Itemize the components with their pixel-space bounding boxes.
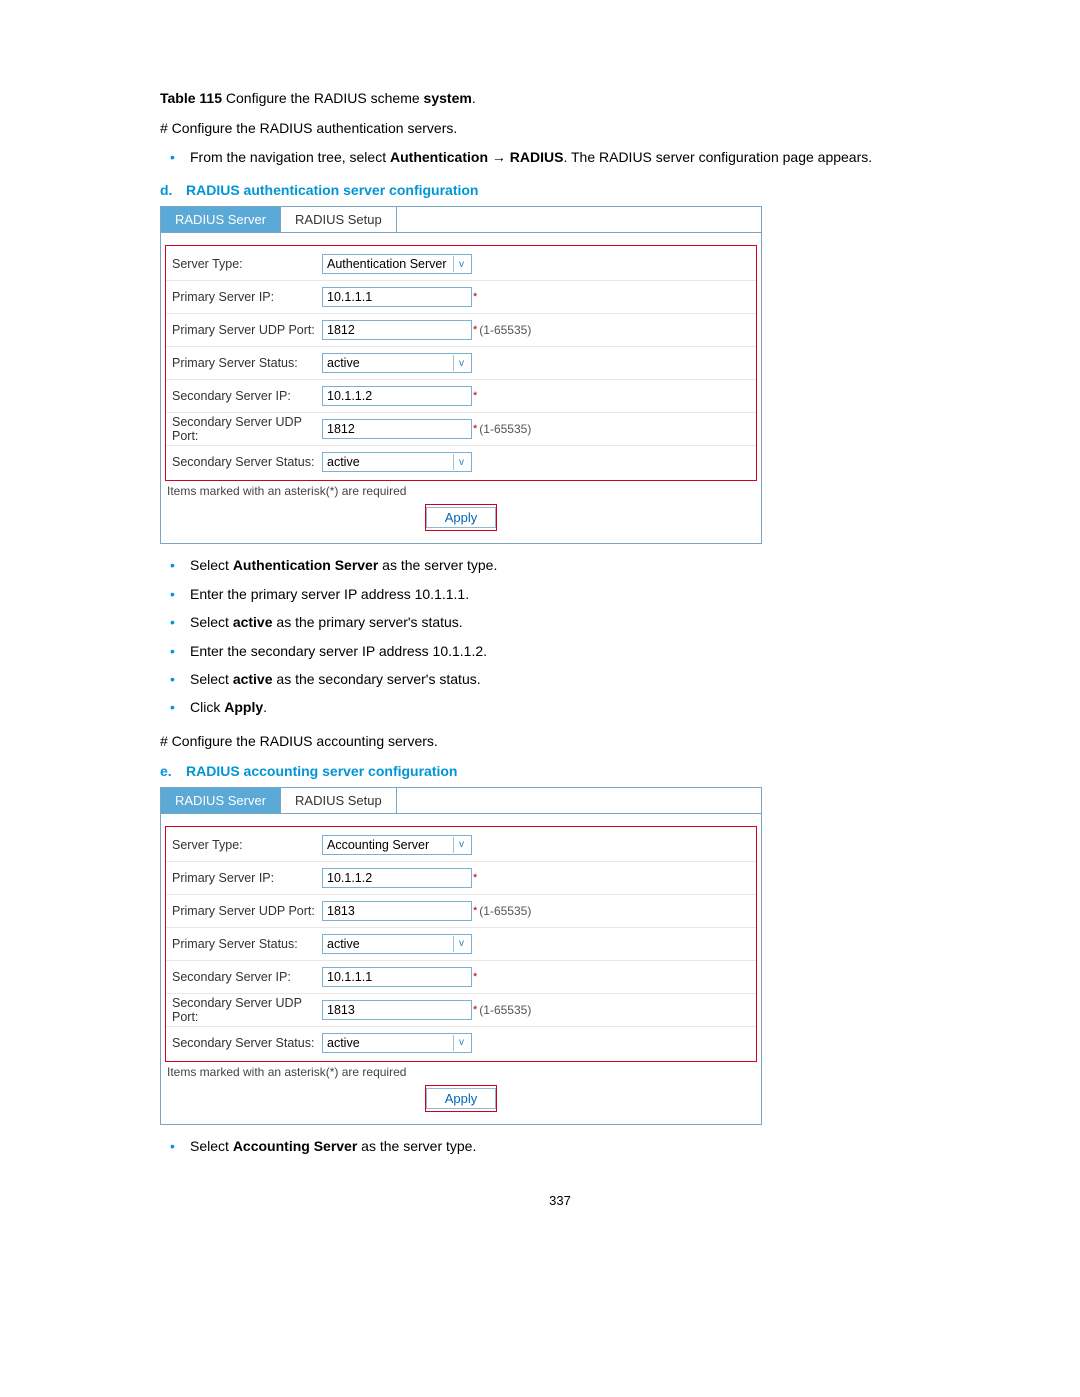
row-secondary-ip: Secondary Server IP: 10.1.1.2* [166, 380, 756, 413]
list-item: Select active as the primary server's st… [160, 611, 960, 633]
secondary-ip-input[interactable]: 10.1.1.1 [322, 967, 472, 987]
page-number: 337 [160, 1193, 960, 1208]
row-primary-port: Primary Server UDP Port: 1812*(1-65535) [166, 314, 756, 347]
step-text: # Configure the RADIUS authentication se… [160, 120, 960, 136]
apply-button[interactable]: Apply [426, 507, 497, 528]
row-server-type: Server Type: Authentication Serverv [166, 248, 756, 281]
section-heading-d: d.RADIUS authentication server configura… [160, 182, 960, 198]
list-item: Select Authentication Server as the serv… [160, 554, 960, 576]
required-note: Items marked with an asterisk(*) are req… [167, 484, 761, 498]
list-item: Select Accounting Server as the server t… [160, 1135, 960, 1157]
primary-status-select[interactable]: activev [322, 353, 472, 373]
row-server-type: Server Type: Accounting Serverv [166, 829, 756, 862]
primary-status-select[interactable]: activev [322, 934, 472, 954]
list-item: Select active as the secondary server's … [160, 668, 960, 690]
step-text: # Configure the RADIUS accounting server… [160, 733, 960, 749]
row-secondary-port: Secondary Server UDP Port: 1813*(1-65535… [166, 994, 756, 1027]
section-heading-e: e.RADIUS accounting server configuration [160, 763, 960, 779]
primary-port-input[interactable]: 1812 [322, 320, 472, 340]
row-primary-port: Primary Server UDP Port: 1813*(1-65535) [166, 895, 756, 928]
primary-ip-input[interactable]: 10.1.1.1 [322, 287, 472, 307]
tab-radius-setup[interactable]: RADIUS Setup [281, 788, 397, 813]
row-primary-ip: Primary Server IP: 10.1.1.1* [166, 281, 756, 314]
radius-acct-panel: RADIUS Server RADIUS Setup Server Type: … [160, 787, 762, 1125]
form-highlight: Server Type: Accounting Serverv Primary … [165, 826, 757, 1062]
instruction-list: Select Authentication Server as the serv… [160, 554, 960, 718]
secondary-port-input[interactable]: 1813 [322, 1000, 472, 1020]
table-number: Table 115 [160, 90, 222, 106]
tabs: RADIUS Server RADIUS Setup [161, 788, 761, 814]
tab-radius-setup[interactable]: RADIUS Setup [281, 207, 397, 232]
chevron-down-icon: v [453, 454, 469, 470]
chevron-down-icon: v [453, 936, 469, 952]
nav-instruction: From the navigation tree, select Authent… [160, 146, 960, 168]
row-secondary-status: Secondary Server Status: activev [166, 1027, 756, 1059]
secondary-status-select[interactable]: activev [322, 452, 472, 472]
row-primary-ip: Primary Server IP: 10.1.1.2* [166, 862, 756, 895]
apply-highlight: Apply [425, 504, 498, 531]
tab-radius-server[interactable]: RADIUS Server [161, 788, 281, 813]
primary-ip-input[interactable]: 10.1.1.2 [322, 868, 472, 888]
list-item: Enter the primary server IP address 10.1… [160, 583, 960, 605]
row-secondary-status: Secondary Server Status: activev [166, 446, 756, 478]
chevron-down-icon: v [453, 256, 469, 272]
tab-radius-server[interactable]: RADIUS Server [161, 207, 281, 232]
primary-port-input[interactable]: 1813 [322, 901, 472, 921]
row-secondary-port: Secondary Server UDP Port: 1812*(1-65535… [166, 413, 756, 446]
chevron-down-icon: v [453, 1035, 469, 1051]
form-highlight: Server Type: Authentication Serverv Prim… [165, 245, 757, 481]
secondary-status-select[interactable]: activev [322, 1033, 472, 1053]
apply-highlight: Apply [425, 1085, 498, 1112]
radius-auth-panel: RADIUS Server RADIUS Setup Server Type: … [160, 206, 762, 544]
row-secondary-ip: Secondary Server IP: 10.1.1.1* [166, 961, 756, 994]
list-item: Enter the secondary server IP address 10… [160, 640, 960, 662]
server-type-select[interactable]: Accounting Serverv [322, 835, 472, 855]
row-primary-status: Primary Server Status: activev [166, 928, 756, 961]
tabs: RADIUS Server RADIUS Setup [161, 207, 761, 233]
secondary-port-input[interactable]: 1812 [322, 419, 472, 439]
list-item: Click Apply. [160, 696, 960, 718]
chevron-down-icon: v [453, 837, 469, 853]
server-type-select[interactable]: Authentication Serverv [322, 254, 472, 274]
required-note: Items marked with an asterisk(*) are req… [167, 1065, 761, 1079]
chevron-down-icon: v [453, 355, 469, 371]
row-primary-status: Primary Server Status: activev [166, 347, 756, 380]
apply-button[interactable]: Apply [426, 1088, 497, 1109]
secondary-ip-input[interactable]: 10.1.1.2 [322, 386, 472, 406]
table-caption: Table 115 Configure the RADIUS scheme sy… [160, 90, 960, 106]
instruction-list: Select Accounting Server as the server t… [160, 1135, 960, 1157]
